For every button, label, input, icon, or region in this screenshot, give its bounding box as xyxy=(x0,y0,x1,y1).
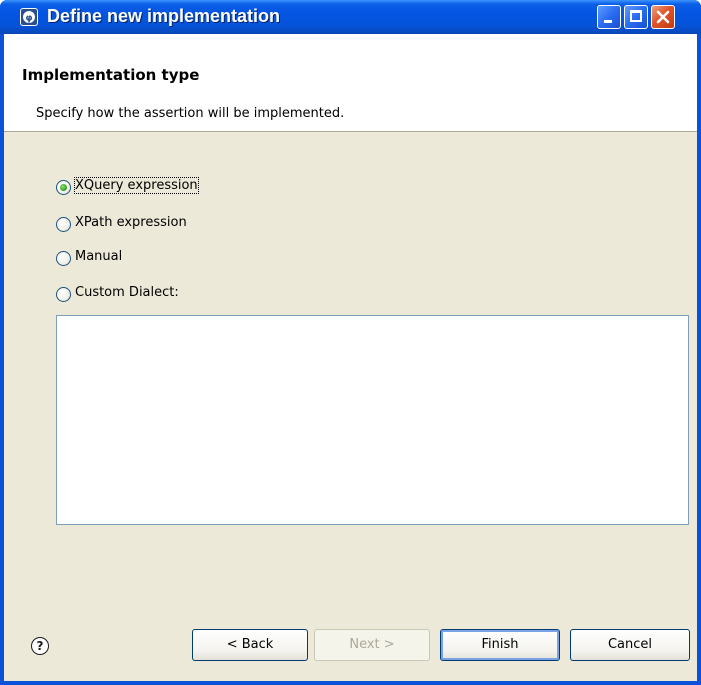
svg-text:φ: φ xyxy=(25,14,32,24)
radio-label[interactable]: Manual xyxy=(75,249,122,264)
wizard-header: Implementation type Specify how the asse… xyxy=(4,34,697,132)
finish-button[interactable]: Finish xyxy=(440,629,560,661)
radio-label[interactable]: Custom Dialect: xyxy=(75,285,179,300)
maximize-icon xyxy=(630,10,642,22)
radio-label[interactable]: XPath expression xyxy=(75,215,187,230)
window-title: Define new implementation xyxy=(47,6,281,26)
maximize-button[interactable] xyxy=(624,5,648,29)
radio-button[interactable] xyxy=(56,251,71,266)
back-button[interactable]: < Back xyxy=(192,629,308,661)
radio-label[interactable]: XQuery expression xyxy=(74,177,199,194)
minimize-button[interactable] xyxy=(597,5,621,29)
dialog-window: φ Define new implementation Implementati… xyxy=(0,0,701,685)
radio-button[interactable] xyxy=(56,287,71,302)
cancel-button[interactable]: Cancel xyxy=(570,629,690,661)
close-icon xyxy=(656,10,670,24)
title-bar[interactable]: φ Define new implementation xyxy=(0,0,701,34)
minimize-icon xyxy=(604,20,612,23)
page-title: Implementation type xyxy=(22,66,200,84)
app-icon: φ xyxy=(20,8,38,26)
custom-dialect-textarea[interactable] xyxy=(56,315,689,525)
page-description: Specify how the assertion will be implem… xyxy=(36,106,345,121)
dialog-client-area: Implementation type Specify how the asse… xyxy=(4,34,697,681)
radio-button[interactable] xyxy=(56,217,71,232)
radio-button-selected[interactable] xyxy=(56,180,71,195)
help-icon[interactable]: ? xyxy=(31,637,49,655)
close-button[interactable] xyxy=(651,5,675,29)
next-button[interactable]: Next > xyxy=(314,629,430,661)
